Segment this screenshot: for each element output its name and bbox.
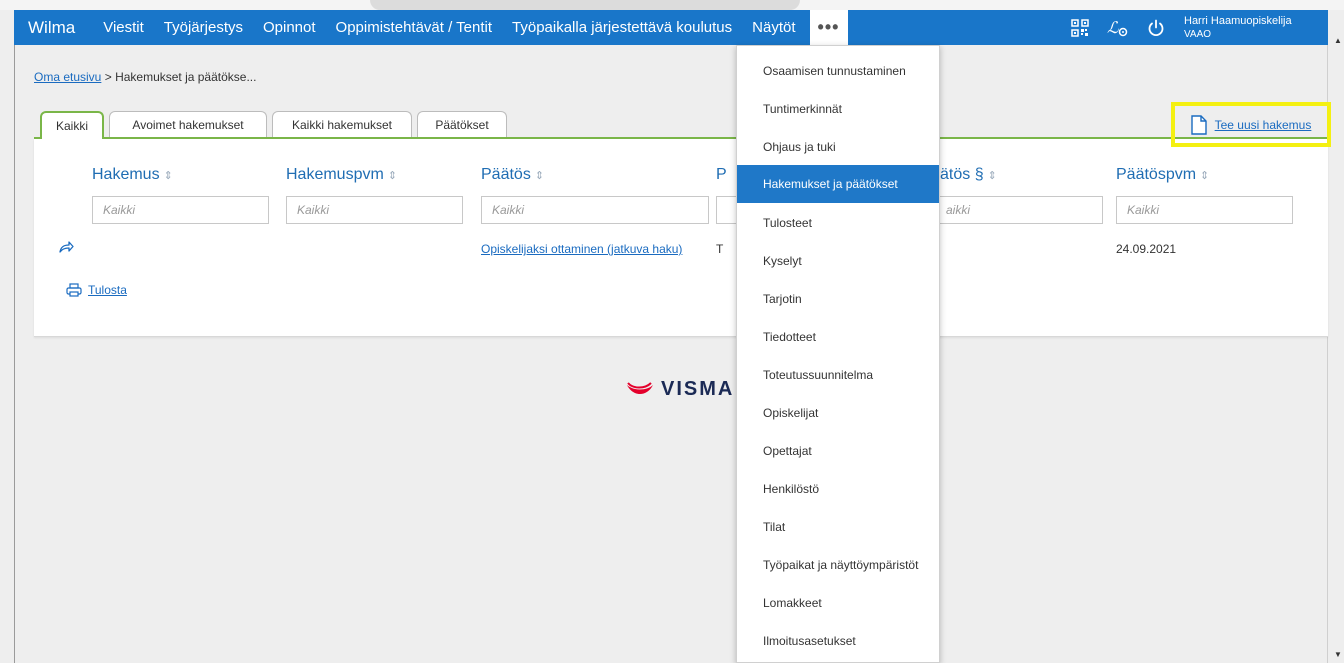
menu-item-tilat[interactable]: Tilat: [737, 508, 939, 546]
menu-item-opiskelijat[interactable]: Opiskelijat: [737, 394, 939, 432]
browser-top-strip: [0, 0, 1344, 10]
new-application-link[interactable]: Tee uusi hakemus: [1215, 118, 1312, 132]
column-header-paatospvm-label: Päätöspvm: [1116, 166, 1197, 183]
svg-text:ℒ: ℒ: [1107, 18, 1119, 37]
top-navbar: Wilma Viestit Työjärjestys Opinnot Oppim…: [14, 10, 1328, 45]
nav-item-opinnot[interactable]: Opinnot: [253, 10, 326, 45]
decision-date: 24.09.2021: [1116, 242, 1177, 256]
visma-logo: VISMA: [625, 378, 734, 401]
breadcrumb-separator: >: [104, 70, 112, 84]
top-shade: [370, 0, 800, 10]
column-header-paatos[interactable]: Päätös ⇕: [481, 166, 544, 184]
menu-item-tulosteet[interactable]: Tulosteet: [737, 204, 939, 242]
menu-item-toteutussuunnitelma[interactable]: Toteutussuunnitelma: [737, 356, 939, 394]
power-icon[interactable]: [1140, 10, 1172, 45]
column-header-paatos-pykala-label: ätös §: [940, 166, 984, 183]
menu-item-lomakkeet[interactable]: Lomakkeet: [737, 584, 939, 622]
tab-kaikki-hakemukset[interactable]: Kaikki hakemukset: [272, 111, 412, 138]
menu-item-osaamisen-tunnustaminen[interactable]: Osaamisen tunnustaminen: [737, 52, 939, 90]
visma-swoosh-icon: [627, 381, 653, 394]
menu-item-tyopaikat[interactable]: Työpaikat ja näyttöympäristöt: [737, 546, 939, 584]
nav-item-naytot[interactable]: Näytöt: [742, 10, 805, 45]
filter-paatospvm[interactable]: Kaikki: [1116, 196, 1293, 224]
filter-hakemus[interactable]: Kaikki: [92, 196, 269, 224]
menu-item-tiedotteet[interactable]: Tiedotteet: [737, 318, 939, 356]
sort-icon: ⇕: [534, 170, 545, 182]
new-application-highlight: Tee uusi hakemus: [1171, 102, 1331, 147]
qr-code-icon[interactable]: [1064, 10, 1096, 45]
sort-icon: ⇕: [987, 170, 997, 182]
user-settings-icon[interactable]: ℒ: [1102, 10, 1134, 45]
visma-logo-text: VISMA: [661, 378, 735, 400]
sort-icon: ⇕: [1200, 170, 1210, 182]
column-header-hakemus-label: Hakemus: [92, 166, 160, 183]
column-header-paatos-pykala[interactable]: ätös § ⇕: [940, 166, 997, 184]
menu-item-hakemukset-ja-paatokset[interactable]: Hakemukset ja päätökset: [737, 165, 939, 203]
menu-item-ilmoitusasetukset[interactable]: Ilmoitusasetukset: [737, 622, 939, 660]
menu-item-tarjotin[interactable]: Tarjotin: [737, 280, 939, 318]
column-header-paatos-label: Päätös: [481, 166, 531, 183]
sort-icon: ⇕: [163, 170, 173, 182]
breadcrumb-home-link[interactable]: Oma etusivu: [34, 70, 101, 84]
menu-item-tuntimerkinnat[interactable]: Tuntimerkinnät: [737, 90, 939, 128]
filter-paatos-pykala[interactable]: aikki: [935, 196, 1103, 224]
column-header-partial[interactable]: P: [716, 166, 727, 184]
column-header-hakemus[interactable]: Hakemus ⇕: [92, 166, 173, 184]
menu-item-kyselyt[interactable]: Kyselyt: [737, 242, 939, 280]
document-icon: [1190, 114, 1207, 135]
nav-item-tyojarjestys[interactable]: Työjärjestys: [154, 10, 253, 45]
open-row-icon[interactable]: [58, 240, 74, 257]
printer-icon: [66, 283, 82, 297]
filter-paatos[interactable]: Kaikki: [481, 196, 709, 224]
menu-item-opettajat[interactable]: Opettajat: [737, 432, 939, 470]
tab-paatokset[interactable]: Päätökset: [417, 111, 507, 138]
breadcrumb-current: Hakemukset ja päätökse...: [115, 70, 257, 84]
print-action[interactable]: Tulosta: [66, 283, 127, 297]
nav-item-viestit[interactable]: Viestit: [93, 10, 154, 45]
filter-hakemuspvm[interactable]: Kaikki: [286, 196, 463, 224]
left-border: [14, 45, 15, 663]
user-menu[interactable]: Harri Haamuopiskelija VAAO: [1178, 15, 1328, 41]
nav-item-tyopaikalla[interactable]: Työpaikalla järjestettävä koulutus: [502, 10, 742, 45]
print-link[interactable]: Tulosta: [88, 283, 127, 297]
more-menu-button[interactable]: •••: [809, 10, 848, 45]
decision-link[interactable]: Opiskelijaksi ottaminen (jatkuva haku): [481, 242, 682, 256]
navbar-right: ℒ Harri Haamuopiskelija VAAO: [1064, 10, 1328, 45]
user-role: VAAO: [1184, 28, 1212, 40]
more-dropdown-menu: Osaamisen tunnustaminen Tuntimerkinnät O…: [736, 45, 940, 663]
column-header-hakemuspvm-label: Hakemuspvm: [286, 166, 384, 183]
column-header-paatospvm[interactable]: Päätöspvm ⇕: [1116, 166, 1209, 184]
nav-item-oppimistehtavat[interactable]: Oppimistehtävät / Tentit: [326, 10, 502, 45]
partial-cell: T: [716, 242, 724, 256]
tab-avoimet-hakemukset[interactable]: Avoimet hakemukset: [109, 111, 267, 138]
scroll-up-icon[interactable]: ▲: [1334, 36, 1342, 45]
sort-icon: ⇕: [387, 170, 398, 182]
tab-kaikki[interactable]: Kaikki: [40, 111, 104, 139]
scroll-down-icon[interactable]: ▼: [1334, 650, 1342, 659]
breadcrumb: Oma etusivu > Hakemukset ja päätökse...: [34, 70, 256, 84]
menu-item-ohjaus-ja-tuki[interactable]: Ohjaus ja tuki: [737, 128, 939, 166]
user-name: Harri Haamuopiskelija: [1184, 14, 1292, 27]
column-header-hakemuspvm[interactable]: Hakemuspvm ⇕: [286, 166, 397, 184]
menu-item-henkilosto[interactable]: Henkilöstö: [737, 470, 939, 508]
brand-logo[interactable]: Wilma: [14, 10, 93, 45]
